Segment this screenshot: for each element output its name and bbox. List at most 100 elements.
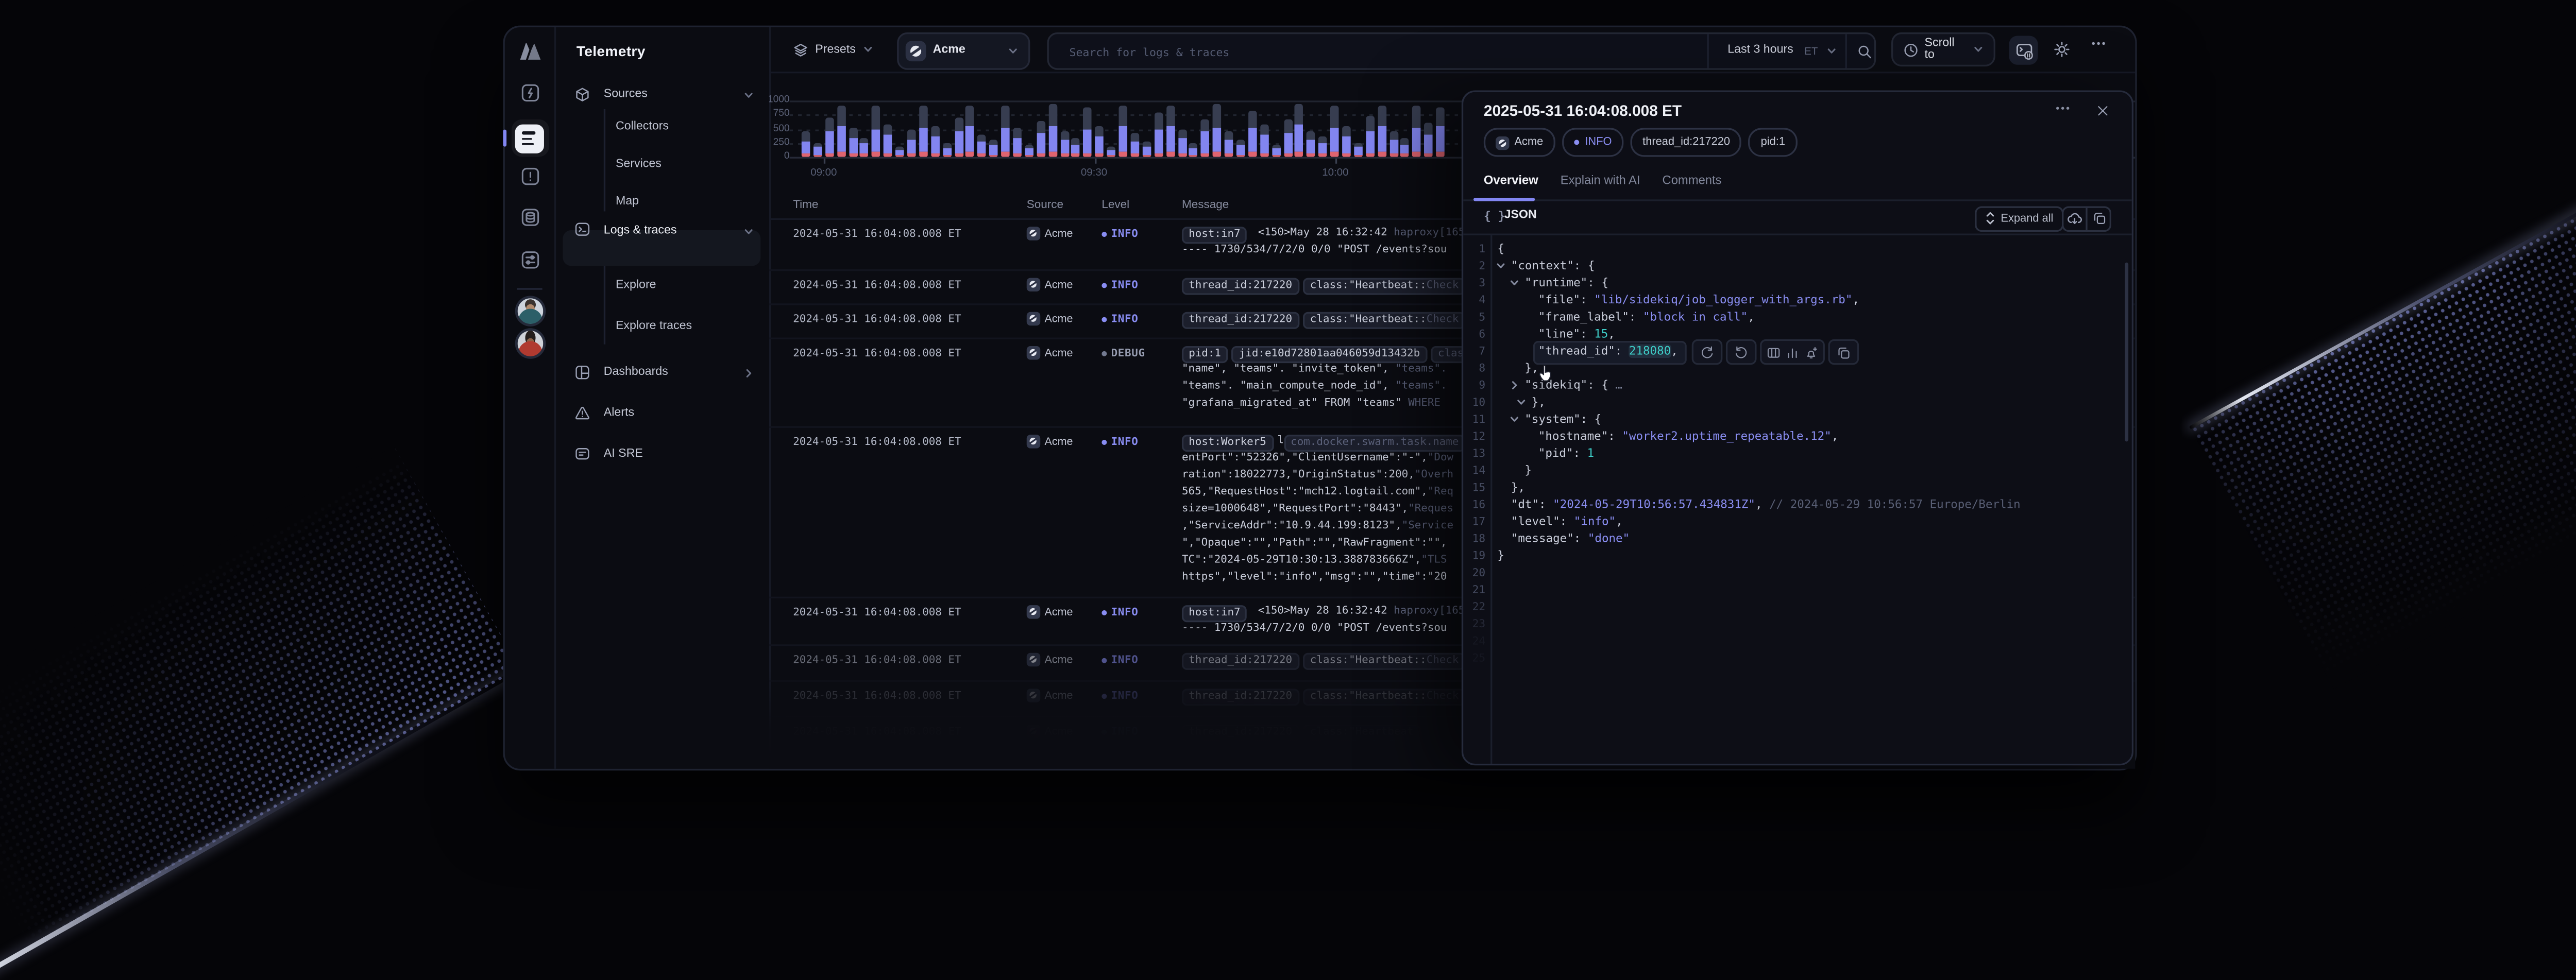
sidebar-item-collectors[interactable]: Collectors	[616, 121, 669, 138]
sidebar-item-logs-traces[interactable]: Logs & traces	[554, 219, 769, 243]
message-field-chip[interactable]: class:"Heartbeat::Check	[1303, 313, 1466, 330]
histogram-bar[interactable]	[1389, 131, 1398, 158]
badge-pid-1[interactable]: pid:1	[1749, 128, 1798, 157]
histogram-bar[interactable]	[1083, 108, 1092, 157]
histogram-bar[interactable]	[1236, 140, 1245, 158]
user-avatar[interactable]	[517, 298, 543, 323]
histogram-bar[interactable]	[1272, 145, 1280, 157]
user-avatar[interactable]	[517, 330, 543, 356]
histogram-bar[interactable]	[1295, 104, 1304, 157]
tab-overview[interactable]: Overview	[1484, 172, 1538, 187]
histogram-bar[interactable]	[1330, 106, 1339, 158]
histogram-bar[interactable]	[1048, 105, 1057, 157]
histogram-bar[interactable]	[1107, 146, 1116, 157]
histogram-bar[interactable]	[1095, 126, 1104, 158]
histogram-bar[interactable]	[1201, 119, 1210, 157]
histogram-bar[interactable]	[1425, 123, 1433, 158]
histogram-bar[interactable]	[1025, 145, 1033, 157]
histogram-bar[interactable]	[1260, 124, 1268, 157]
histogram-bar[interactable]	[1119, 106, 1128, 157]
histogram-bar[interactable]	[1213, 105, 1222, 157]
histogram-bar[interactable]	[907, 130, 916, 157]
histogram-bar[interactable]	[1154, 113, 1163, 157]
histogram-bar[interactable]	[860, 137, 869, 157]
histogram-bar[interactable]	[990, 140, 998, 157]
histogram-bar[interactable]	[978, 135, 987, 158]
histogram-bar[interactable]	[1366, 116, 1375, 157]
histogram-bar[interactable]	[802, 131, 810, 157]
histogram-bar[interactable]	[1142, 141, 1151, 158]
histogram-bar[interactable]	[1178, 129, 1187, 157]
sidebar-item-explore[interactable]: Explore	[616, 279, 656, 296]
expand-all-button[interactable]: Expand all	[1975, 205, 2063, 231]
histogram-bar[interactable]	[1354, 143, 1363, 157]
sidebar-item-map[interactable]: Map	[616, 196, 639, 213]
copy-icon[interactable]	[2088, 207, 2110, 229]
live-tail-button[interactable]	[2009, 36, 2038, 65]
gear-icon[interactable]	[2053, 41, 2070, 58]
histogram-bar[interactable]	[825, 118, 834, 157]
alert-square-icon[interactable]	[520, 167, 539, 185]
search-input[interactable]: Search for logs & traces	[1069, 45, 1229, 59]
histogram-bar[interactable]	[1166, 105, 1175, 157]
badge-acme[interactable]: Acme	[1484, 128, 1555, 157]
tab-comments[interactable]: Comments	[1663, 172, 1722, 187]
column-header-message[interactable]: Message	[1182, 200, 1229, 212]
histogram-bar[interactable]	[919, 106, 928, 157]
column-header-time[interactable]: Time	[793, 200, 818, 212]
column-header-level[interactable]: Level	[1101, 200, 1129, 212]
time-range-selector[interactable]: Last 3 hours	[1727, 45, 1793, 57]
chevron-down-icon[interactable]	[1496, 262, 1506, 272]
message-field-chip[interactable]: thread_id:217220	[1182, 313, 1299, 330]
bolt-icon[interactable]	[520, 83, 539, 102]
presets-button[interactable]: Presets	[786, 33, 879, 67]
sliders-icon[interactable]	[520, 251, 539, 269]
sidebar-item-dashboards[interactable]: Dashboards	[554, 362, 769, 385]
search-icon[interactable]	[1851, 35, 1878, 68]
org-select[interactable]: Acme	[897, 33, 1030, 71]
histogram-bar[interactable]	[1002, 106, 1010, 157]
scrollbar-thumb[interactable]	[2124, 263, 2128, 442]
histogram-bar[interactable]	[1318, 137, 1327, 157]
ellipsis-icon[interactable]	[2091, 41, 2106, 46]
histogram-bar[interactable]	[1377, 106, 1386, 157]
sidebar-item-services[interactable]: Services	[616, 158, 662, 175]
histogram-bar[interactable]	[1225, 132, 1233, 157]
histogram-bar[interactable]	[1060, 132, 1069, 158]
histogram-bar[interactable]	[954, 117, 963, 157]
message-field-chip[interactable]: thread_id:217220	[1182, 654, 1299, 670]
histogram-bar[interactable]	[1307, 130, 1316, 157]
message-field-chip[interactable]: class:"Heartbeat::Check	[1303, 654, 1466, 670]
histogram-bar[interactable]	[872, 106, 881, 157]
selected-json-value[interactable]: 218080	[1629, 345, 1671, 358]
histogram-bar[interactable]	[943, 144, 952, 157]
chevron-down-icon[interactable]	[1510, 415, 1520, 425]
database-icon[interactable]	[520, 208, 539, 227]
histogram-bar[interactable]	[1342, 127, 1351, 157]
chevron-down-icon[interactable]	[1510, 279, 1520, 289]
download-icon[interactable]	[2063, 207, 2086, 229]
sidebar-item-ai-sre[interactable]: AI SRE	[554, 443, 769, 467]
badge-info[interactable]: INFO	[1562, 128, 1624, 157]
message-field-chip[interactable]: thread_id:217220	[1182, 279, 1299, 296]
sidebar-item-alerts[interactable]: Alerts	[554, 402, 769, 426]
histogram-bar[interactable]	[1037, 121, 1045, 157]
sidebar-item-sources[interactable]: Sources	[554, 83, 769, 107]
histogram-bar[interactable]	[1413, 106, 1421, 157]
sidebar-item-explore-traces[interactable]: Explore traces	[616, 320, 692, 337]
chevron-right-icon[interactable]	[1510, 381, 1520, 391]
tab-explain-with-ai[interactable]: Explain with AI	[1561, 172, 1640, 187]
column-header-source[interactable]: Source	[1027, 200, 1063, 212]
histogram-bar[interactable]	[966, 105, 975, 157]
histogram-bar[interactable]	[837, 105, 845, 157]
histogram-bar[interactable]	[1130, 133, 1139, 157]
histogram-bar[interactable]	[1283, 120, 1292, 157]
close-icon[interactable]	[2096, 104, 2109, 117]
histogram-bar[interactable]	[1436, 107, 1445, 157]
badge-thread-id-217220[interactable]: thread_id:217220	[1631, 128, 1742, 157]
chevron-down-icon[interactable]	[1516, 398, 1527, 408]
histogram-bar[interactable]	[1013, 128, 1022, 157]
histogram-bar[interactable]	[1248, 111, 1257, 157]
histogram-bar[interactable]	[1190, 143, 1198, 157]
search-bar[interactable]: Search for logs & traces Last 3 hours ET	[1047, 33, 1876, 71]
